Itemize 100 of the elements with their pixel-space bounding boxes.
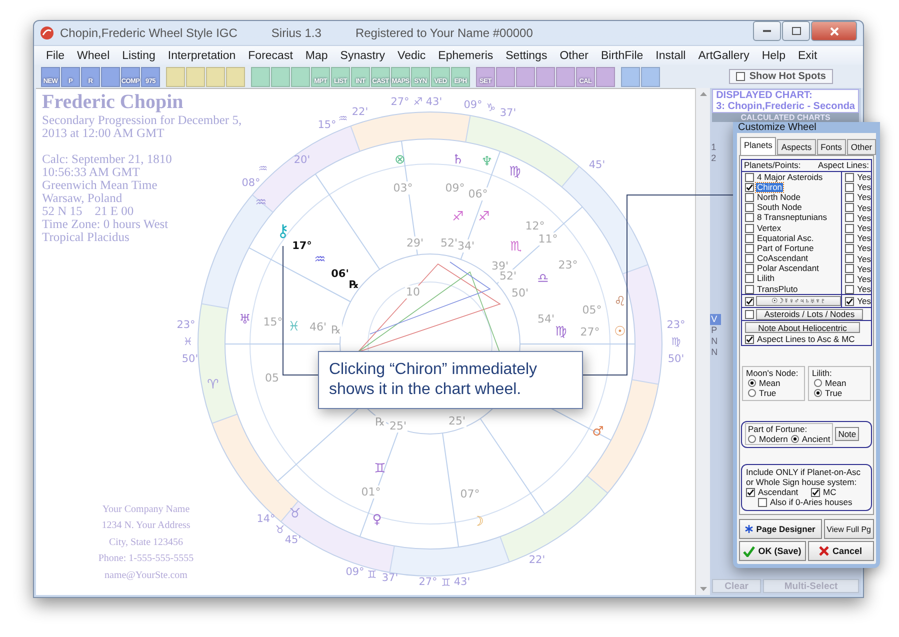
list-item[interactable]: P — [710, 325, 722, 336]
menu-item[interactable]: Help — [762, 50, 786, 62]
checkbox[interactable] — [745, 213, 754, 222]
checkbox[interactable] — [845, 203, 854, 212]
checkbox[interactable] — [745, 296, 754, 306]
minimize-button[interactable] — [753, 21, 781, 41]
close-button[interactable] — [811, 21, 857, 41]
degree-label: ℞ — [349, 280, 359, 290]
checkbox[interactable] — [745, 244, 754, 253]
point-option[interactable]: Polar Ascendant — [756, 264, 820, 274]
checkbox[interactable] — [745, 310, 754, 319]
point-option[interactable]: Lilith — [756, 274, 776, 284]
checkbox[interactable] — [736, 72, 746, 81]
radio-button[interactable] — [814, 379, 822, 388]
menu-item[interactable]: File — [46, 50, 65, 62]
note-button[interactable]: Note — [835, 427, 860, 442]
checkbox[interactable] — [745, 192, 754, 202]
checkbox[interactable] — [845, 254, 854, 264]
point-option[interactable]: TransPluto — [756, 284, 799, 294]
menu-item[interactable]: Install — [656, 50, 686, 62]
cancel-button[interactable]: Cancel — [808, 541, 874, 562]
checkbox[interactable] — [845, 192, 854, 202]
menu-item[interactable]: Other — [560, 50, 588, 62]
checkbox[interactable] — [745, 334, 754, 344]
checkbox[interactable] — [746, 488, 755, 497]
radio-button[interactable] — [790, 435, 799, 444]
point-option[interactable]: Chiron — [756, 182, 784, 192]
checkbox[interactable] — [745, 182, 754, 192]
checkbox[interactable] — [845, 224, 854, 233]
checkbox[interactable] — [845, 234, 854, 243]
checkbox[interactable] — [845, 274, 854, 284]
point-option[interactable]: Part of Fortune — [756, 244, 815, 253]
checkbox[interactable] — [745, 234, 754, 243]
radio-button[interactable] — [814, 389, 822, 398]
dialog-tab[interactable]: Fonts — [816, 139, 846, 155]
menu-item[interactable]: Ephemeris — [438, 50, 494, 62]
degree-label: 15° — [318, 120, 336, 130]
menu-item[interactable]: Synastry — [340, 50, 386, 62]
menu-item[interactable]: Wheel — [77, 50, 110, 62]
point-option[interactable]: North Node — [756, 192, 802, 202]
checkbox[interactable] — [758, 498, 767, 507]
point-option[interactable]: CoAscendant — [756, 254, 810, 264]
maximize-button[interactable] — [782, 21, 810, 41]
chart-detail: Tropical Placidus — [42, 231, 130, 244]
hot-spots-toggle[interactable]: Show Hot Spots — [729, 69, 833, 84]
menu-item[interactable]: Forecast — [248, 50, 293, 62]
menu-item[interactable]: Settings — [506, 50, 548, 62]
radio-button[interactable] — [748, 389, 756, 398]
chart-list-item[interactable]: 1 — [710, 142, 722, 153]
checkbox[interactable] — [745, 203, 754, 212]
checkbox[interactable] — [845, 284, 854, 294]
checkbox[interactable] — [845, 264, 854, 274]
radio-button[interactable] — [748, 379, 756, 388]
group-title: Lilith: — [812, 368, 833, 378]
degree-label: 10 — [405, 286, 421, 298]
menu-item[interactable]: Map — [305, 50, 328, 62]
degree-label: 27° — [579, 326, 601, 338]
list-item[interactable]: N — [710, 336, 722, 347]
view-full-page-button[interactable]: View Full Pg — [824, 519, 874, 540]
checkbox[interactable] — [745, 284, 754, 294]
dialog-tab[interactable]: Planets — [740, 137, 776, 155]
checkbox[interactable] — [845, 172, 854, 182]
point-option[interactable]: 4 Major Asteroids — [756, 172, 824, 182]
menu-item[interactable]: BirthFile — [600, 50, 644, 62]
checkbox[interactable] — [745, 254, 754, 264]
point-option[interactable]: Equatorial Asc. — [756, 234, 815, 243]
degree-label: ♑ — [486, 102, 496, 114]
checkbox[interactable] — [811, 488, 820, 497]
checkbox[interactable] — [745, 172, 754, 182]
checkbox[interactable] — [845, 296, 854, 306]
chart-list-item[interactable]: 2 — [710, 153, 722, 164]
dialog-tab[interactable]: Other — [846, 139, 876, 155]
dialog-tab[interactable]: Aspects — [777, 139, 816, 155]
degree-label: ♍ — [671, 336, 681, 348]
asteroids-button[interactable]: Asteroids / Lots / Nodes — [756, 308, 863, 320]
point-option[interactable]: South Node — [756, 203, 803, 212]
menu-item[interactable]: Vedic — [398, 50, 426, 62]
list-item[interactable]: N — [710, 347, 722, 358]
chart-detail: 52 N 15 21 E 00 — [42, 205, 134, 218]
point-option[interactable]: 8 Transneptunians — [756, 213, 828, 222]
point-option[interactable]: Vertex — [756, 224, 782, 233]
checkbox[interactable] — [845, 182, 854, 192]
toolbar-icon[interactable] — [101, 66, 120, 86]
menu-item[interactable]: ArtGallery — [698, 50, 750, 62]
degree-label: 23° — [176, 320, 196, 330]
checkbox[interactable] — [745, 224, 754, 233]
zodiac-glyph: ♓ — [288, 320, 300, 334]
checkbox[interactable] — [845, 213, 854, 222]
option-label: True — [825, 388, 842, 398]
radio-button[interactable] — [748, 435, 756, 444]
checkbox[interactable] — [745, 274, 754, 284]
menu-item[interactable]: Interpretation — [168, 50, 236, 62]
ok-button[interactable]: OK (Save) — [739, 541, 806, 562]
checkbox[interactable] — [845, 244, 854, 253]
heliocentric-note-button[interactable]: Note About Heliocentric — [745, 322, 860, 334]
menu-item[interactable]: Exit — [798, 50, 818, 62]
menu-item[interactable]: Listing — [122, 50, 156, 62]
page-designer-button[interactable]: Page Designer — [739, 519, 822, 540]
group-title: Moon's Node: — [746, 368, 800, 378]
checkbox[interactable] — [745, 264, 754, 274]
